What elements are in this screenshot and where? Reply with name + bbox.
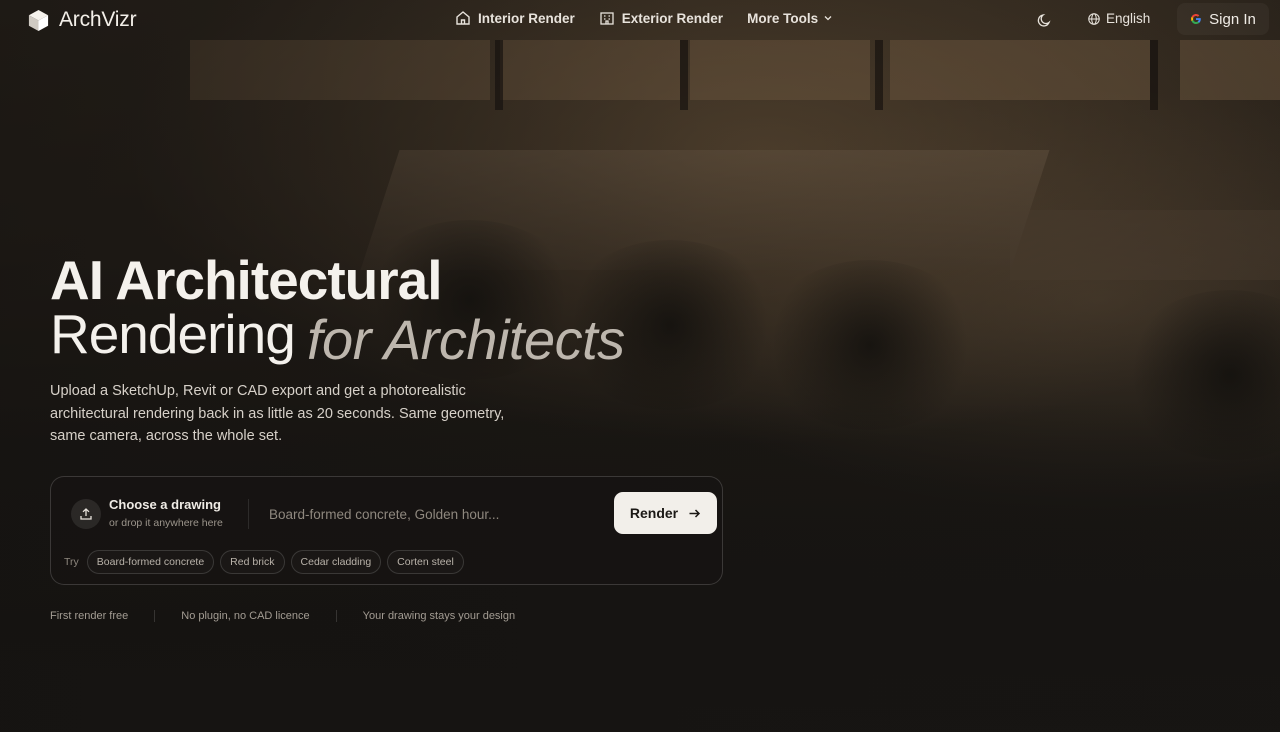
nav-more-tools[interactable]: More Tools (747, 11, 833, 26)
trust-item: No plugin, no CAD licence (181, 610, 310, 622)
hero-title-accent: for Architects (307, 308, 625, 371)
language-selector[interactable]: English (1087, 11, 1150, 26)
nav-interior-render[interactable]: Interior Render (455, 10, 575, 26)
nav-more-tools-label: More Tools (747, 10, 819, 26)
home-icon (456, 11, 470, 25)
building-icon (600, 12, 614, 25)
hero-lead-text: Upload a SketchUp, Revit or CAD export a… (50, 383, 505, 444)
choose-drawing-subtitle: or drop it anywhere here (109, 517, 223, 529)
upload-icon (80, 508, 92, 520)
render-button[interactable]: Render (614, 492, 717, 534)
globe-icon (1088, 12, 1100, 25)
arrow-right-icon (689, 508, 701, 518)
trust-item: First render free (50, 610, 129, 622)
language-label: English (1106, 11, 1151, 26)
hero-title-line2: Rendering (50, 303, 296, 365)
trust-separator (335, 610, 337, 622)
chevron-down-icon (824, 16, 832, 21)
trust-separator (154, 610, 156, 622)
nav-exterior-render-label: Exterior Render (621, 10, 724, 26)
card-divider (248, 499, 249, 529)
trust-row: First render free No plugin, no CAD lice… (50, 610, 515, 622)
suggestion-chip[interactable]: Cedar cladding (290, 550, 382, 574)
sign-in-button[interactable]: Sign In (1177, 3, 1269, 35)
suggestion-chip[interactable]: Red brick (220, 550, 285, 574)
hero-title-line1: AI Architectural (50, 249, 443, 311)
upload-button[interactable] (71, 499, 101, 529)
render-button-label: Render (629, 505, 679, 521)
nav-exterior-render[interactable]: Exterior Render (599, 10, 723, 26)
choose-drawing-title[interactable]: Choose a drawing (109, 497, 221, 512)
nav-interior-render-label: Interior Render (478, 10, 575, 26)
prompt-input[interactable] (261, 499, 601, 529)
suggestion-chip[interactable]: Corten steel (387, 550, 464, 574)
hero-background-image (0, 0, 1280, 732)
suggestion-chip[interactable]: Board-formed concrete (86, 550, 215, 574)
sign-in-label: Sign In (1209, 10, 1256, 28)
google-icon (1191, 14, 1201, 24)
brand-logo[interactable]: ArchVizr (27, 8, 137, 32)
cube-logo-icon (28, 9, 49, 31)
suggestion-row: Try Board-formed concrete Red brick Ceda… (64, 550, 464, 574)
moon-icon[interactable] (1036, 11, 1054, 29)
upload-card: Choose a drawing or drop it anywhere her… (50, 476, 723, 585)
try-label: Try (64, 556, 79, 568)
trust-item: Your drawing stays your design (362, 610, 516, 622)
brand-name: ArchVizr (59, 8, 137, 31)
top-navigation: ArchVizr Interior Render Exterior Render… (0, 0, 1280, 40)
main-nav: Interior Render Exterior Render More Too… (455, 10, 857, 26)
